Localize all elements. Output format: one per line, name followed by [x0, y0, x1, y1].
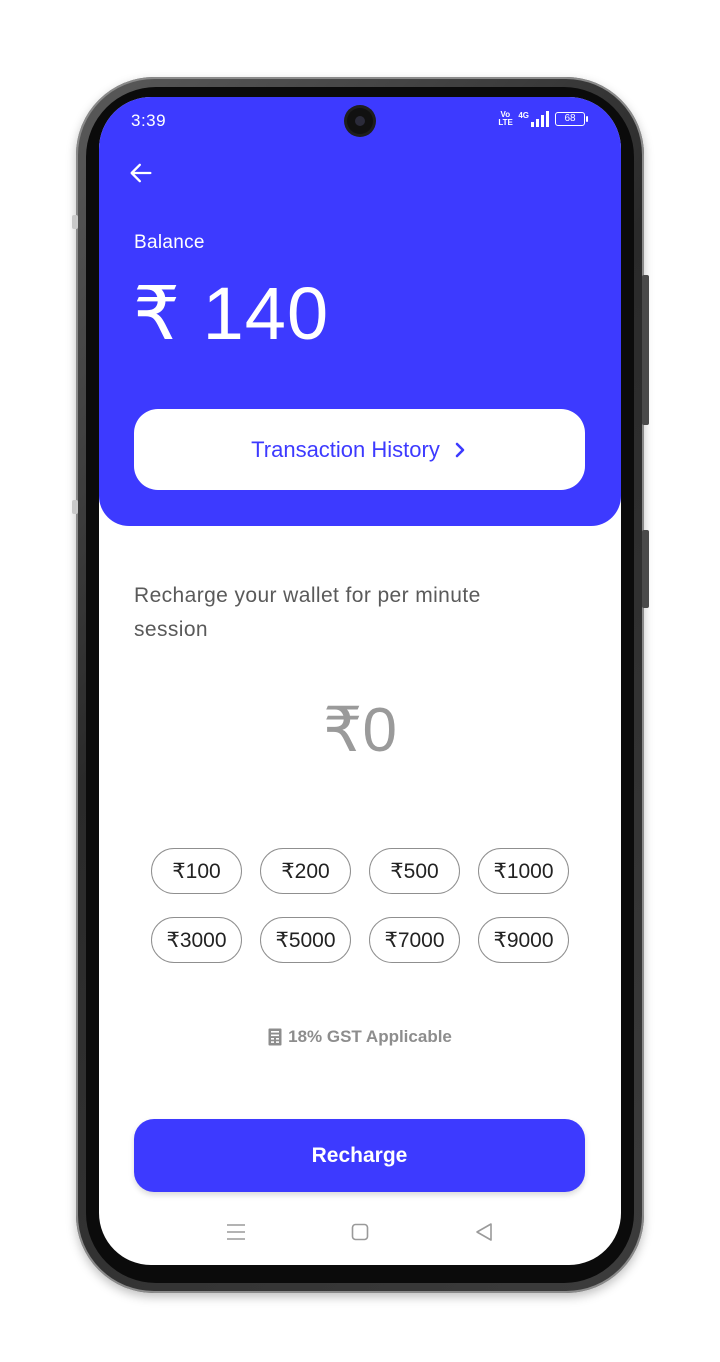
back-triangle-icon[interactable] — [472, 1220, 496, 1244]
back-button[interactable] — [123, 155, 159, 191]
gst-note: 18% GST Applicable — [99, 1027, 621, 1047]
battery-icon: 68 — [555, 112, 588, 126]
arrow-left-icon — [130, 163, 152, 183]
signal-icon — [531, 111, 549, 127]
front-camera — [347, 108, 373, 134]
amount-chip-200[interactable]: ₹200 — [260, 848, 351, 894]
balance-label: Balance — [134, 232, 205, 253]
amount-display: ₹0 — [323, 696, 397, 765]
balance-amount: ₹ 140 — [133, 272, 330, 355]
transaction-history-button[interactable]: Transaction History — [134, 409, 585, 490]
receipt-icon — [268, 1028, 282, 1046]
recharge-description: Recharge your wallet for per minute sess… — [134, 584, 481, 641]
home-square-icon[interactable] — [348, 1220, 372, 1244]
amount-chip-7000[interactable]: ₹7000 — [369, 917, 460, 963]
recharge-button[interactable]: Recharge — [134, 1119, 585, 1192]
transaction-history-label: Transaction History — [251, 436, 440, 462]
gst-label: 18% GST Applicable — [288, 1027, 452, 1046]
menu-icon[interactable] — [224, 1220, 248, 1244]
volume-button — [642, 275, 649, 425]
amount-chip-100[interactable]: ₹100 — [151, 848, 242, 894]
status-time: 3:39 — [131, 111, 167, 130]
amount-chip-500[interactable]: ₹500 — [369, 848, 460, 894]
network-type: 4G — [518, 111, 529, 120]
system-nav-bar — [99, 1212, 621, 1252]
volte-icon: Vo LTE — [498, 110, 513, 127]
chevron-right-icon — [455, 442, 465, 457]
amount-chip-3000[interactable]: ₹3000 — [151, 917, 242, 963]
amount-chip-5000[interactable]: ₹5000 — [260, 917, 351, 963]
power-button — [642, 530, 649, 608]
phone-side-mark — [72, 500, 78, 514]
phone-side-mark — [72, 215, 78, 229]
amount-chip-1000[interactable]: ₹1000 — [478, 848, 569, 894]
app-screen: 3:39 Vo LTE 4G 68 Balance ₹ 140 Transact… — [99, 97, 621, 1265]
status-icons: Vo LTE 4G 68 — [498, 110, 588, 127]
wallet-header: 3:39 Vo LTE 4G 68 Balance ₹ 140 Transact… — [99, 97, 621, 526]
amount-chip-9000[interactable]: ₹9000 — [478, 917, 569, 963]
amount-options: ₹100 ₹200 ₹500 ₹1000 ₹3000 ₹5000 ₹7000 ₹… — [151, 848, 569, 963]
